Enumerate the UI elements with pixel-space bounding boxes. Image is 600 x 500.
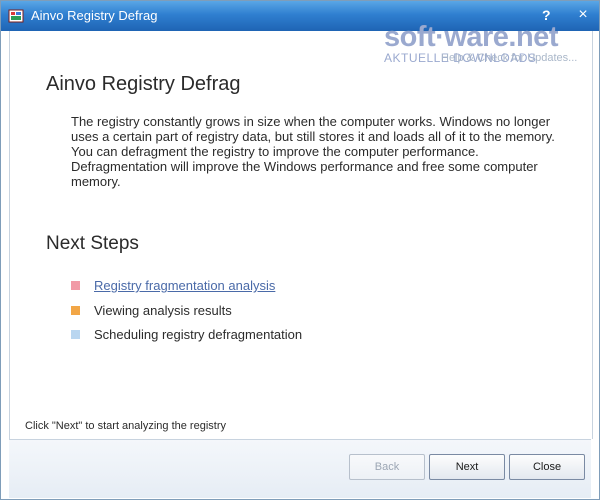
step-label-fragmentation-analysis[interactable]: Registry fragmentation analysis bbox=[94, 278, 275, 293]
help-updates-link[interactable]: Help & Check for Updates... bbox=[441, 52, 577, 64]
description-text: The registry constantly grows in size wh… bbox=[71, 114, 555, 189]
close-icon[interactable]: × bbox=[573, 5, 593, 25]
back-button[interactable]: Back bbox=[349, 454, 425, 480]
button-bar: Back Next Close bbox=[9, 439, 591, 498]
step-label-scheduling: Scheduling registry defragmentation bbox=[94, 327, 303, 342]
orange-bullet-icon bbox=[71, 306, 80, 315]
step-label-view-results: Viewing analysis results bbox=[94, 303, 232, 318]
next-steps-title: Next Steps bbox=[46, 233, 139, 254]
blue-bullet-icon bbox=[71, 330, 80, 339]
app-icon bbox=[8, 8, 24, 24]
close-button[interactable]: Close bbox=[509, 454, 585, 480]
watermark-brand: soft·ware.net bbox=[384, 21, 558, 53]
window-title: Ainvo Registry Defrag bbox=[31, 8, 158, 23]
hint-text: Click "Next" to start analyzing the regi… bbox=[25, 420, 226, 432]
page-title: Ainvo Registry Defrag bbox=[46, 73, 241, 95]
app-window: Ainvo Registry Defrag ? × soft·ware.net … bbox=[0, 0, 600, 500]
pink-bullet-icon bbox=[71, 281, 80, 290]
next-button[interactable]: Next bbox=[429, 454, 505, 480]
